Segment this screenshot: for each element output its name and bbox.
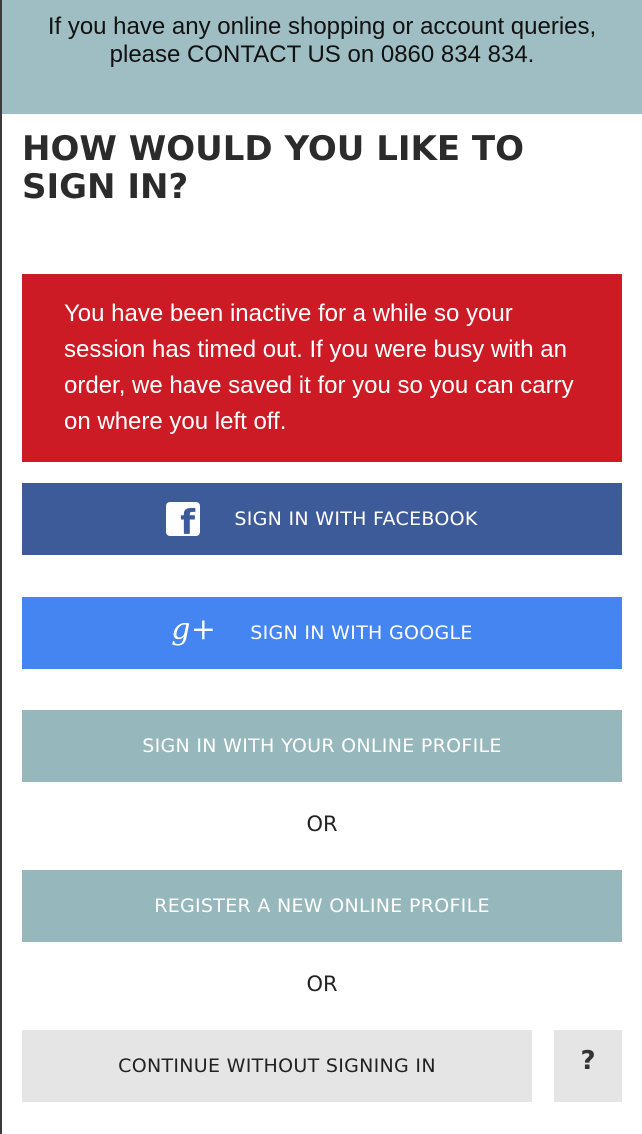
facebook-button-label: SIGN IN WITH FACEBOOK	[234, 508, 478, 530]
google-button-label: SIGN IN WITH GOOGLE	[250, 622, 473, 644]
continue-button-label: CONTINUE WITHOUT SIGNING IN	[118, 1055, 436, 1077]
google-plus-icon: g+	[171, 612, 217, 647]
register-profile-button[interactable]: REGISTER A NEW ONLINE PROFILE	[22, 870, 622, 942]
or-separator: OR	[306, 812, 338, 836]
or-separator: OR	[306, 972, 338, 996]
contact-us-link[interactable]: CONTACT US	[187, 41, 341, 68]
left-border	[0, 0, 2, 1134]
continue-without-signing-in-button[interactable]: CONTINUE WITHOUT SIGNING IN	[22, 1030, 532, 1102]
sign-in-facebook-button[interactable]: f SIGN IN WITH FACEBOOK	[22, 483, 622, 555]
sign-in-profile-button[interactable]: SIGN IN WITH YOUR ONLINE PROFILE	[22, 710, 622, 782]
facebook-icon: f	[166, 502, 201, 536]
register-button-label: REGISTER A NEW ONLINE PROFILE	[154, 895, 490, 917]
session-timeout-alert: You have been inactive for a while so yo…	[22, 274, 622, 462]
help-button[interactable]: ?	[554, 1030, 622, 1102]
profile-button-label: SIGN IN WITH YOUR ONLINE PROFILE	[142, 735, 502, 757]
page-title: HOW WOULD YOU LIKE TO SIGN IN?	[22, 129, 525, 207]
sign-in-google-button[interactable]: g+ SIGN IN WITH GOOGLE	[22, 597, 622, 669]
banner-text-after: on 0860 834 834.	[340, 41, 535, 68]
contact-banner: If you have any online shopping or accou…	[2, 0, 642, 114]
alert-message: You have been inactive for a while so yo…	[64, 300, 574, 435]
